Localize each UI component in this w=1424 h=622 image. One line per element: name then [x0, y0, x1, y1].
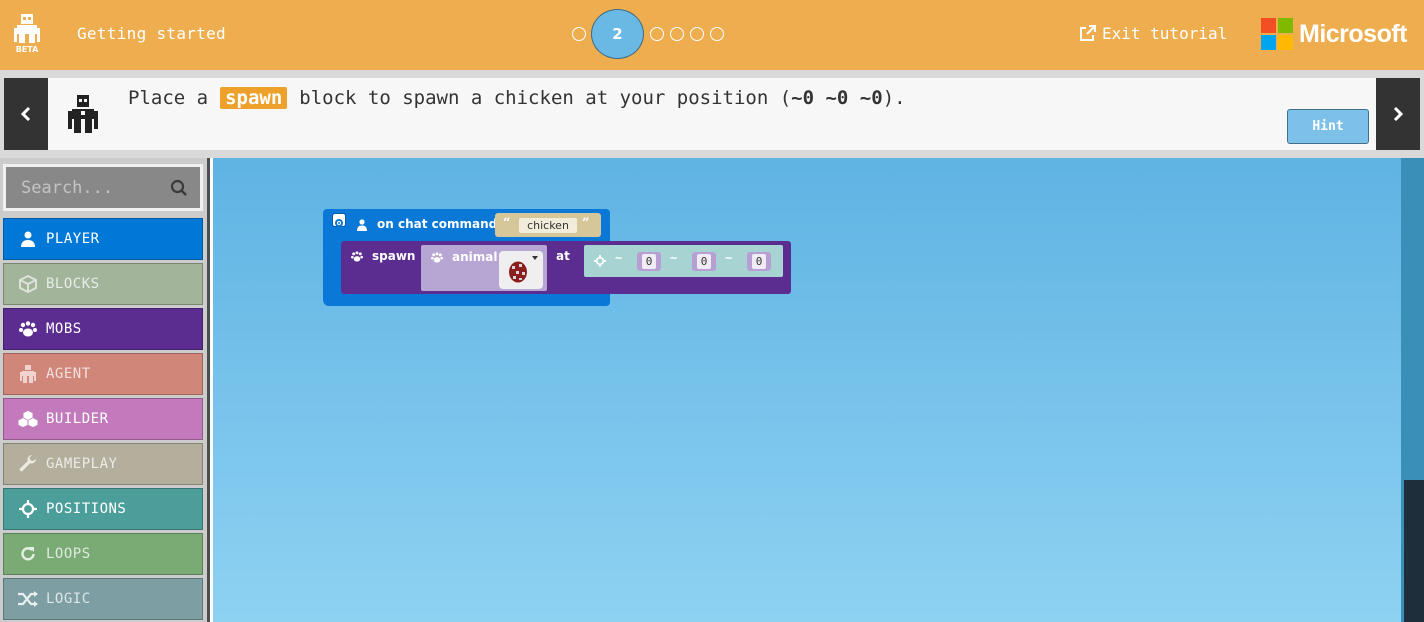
category-gameplay[interactable]: GAMEPLAY	[3, 443, 203, 485]
close-quote-icon: ”	[582, 216, 590, 231]
agent-avatar-icon	[68, 95, 98, 133]
category-label: LOOPS	[46, 546, 91, 562]
step-dot-3[interactable]	[650, 27, 664, 41]
cubes-icon	[18, 409, 38, 429]
agent-icon	[18, 364, 38, 384]
position-block[interactable]: ~ 0 ~ 0 ~ 0	[584, 245, 783, 277]
category-label: AGENT	[46, 366, 91, 382]
wrench-icon	[18, 454, 38, 474]
top-bar: BETA Getting started 2 Exit tutorial Mic…	[0, 0, 1424, 70]
crosshair-icon	[594, 255, 606, 267]
animal-block[interactable]: animal	[421, 245, 547, 291]
position-z-field[interactable]: 0	[747, 252, 771, 271]
step-dot-6[interactable]	[710, 27, 724, 41]
category-label: PLAYER	[46, 231, 100, 247]
category-logic[interactable]: LOGIC	[3, 578, 203, 620]
string-argument[interactable]: “ chicken ”	[495, 213, 601, 237]
search-icon[interactable]	[170, 179, 188, 197]
shuffle-icon	[18, 589, 38, 609]
block-label: at	[556, 249, 570, 263]
microsoft-logo-icon	[1261, 18, 1293, 50]
step-dot-1[interactable]	[572, 27, 586, 41]
instruction-panel: Place a spawn block to spawn a chicken a…	[48, 78, 1376, 150]
minecraft-logo[interactable]: BETA	[14, 14, 40, 56]
previous-step-button[interactable]	[4, 78, 48, 150]
instruction-bar: Place a spawn block to spawn a chicken a…	[0, 70, 1424, 158]
open-quote-icon: “	[503, 216, 511, 231]
block-label: spawn	[372, 249, 416, 263]
category-label: LOGIC	[46, 591, 91, 607]
next-step-button[interactable]	[1376, 78, 1420, 150]
paw-icon	[18, 319, 38, 339]
instruction-code: ~0 ~0 ~0	[791, 87, 883, 109]
instruction-text: Place a spawn block to spawn a chicken a…	[128, 87, 906, 109]
chevron-right-icon	[1393, 106, 1404, 122]
tutorial-title: Getting started	[77, 24, 226, 43]
paw-icon	[431, 252, 443, 263]
exit-tutorial-link[interactable]: Exit tutorial	[1079, 24, 1227, 43]
block-label: animal	[452, 250, 498, 264]
hint-button[interactable]: Hint	[1287, 109, 1369, 144]
category-label: MOBS	[46, 321, 82, 337]
toolbox: Search... PLAYER BLOCKS MOBS AGENT BUILD…	[0, 158, 210, 622]
relative-marker-x: ~	[615, 251, 623, 265]
microsoft-logo[interactable]: Microsoft	[1261, 18, 1408, 50]
category-agent[interactable]: AGENT	[3, 353, 203, 395]
dropdown-arrow-icon	[532, 256, 538, 260]
category-label: BLOCKS	[46, 276, 100, 292]
external-link-icon	[1080, 25, 1096, 41]
search-input[interactable]: Search...	[21, 178, 113, 198]
position-y-value[interactable]: 0	[697, 254, 711, 269]
gear-icon[interactable]	[332, 213, 346, 227]
block-label: on chat command	[377, 217, 498, 231]
position-x-value[interactable]: 0	[642, 254, 656, 269]
animal-dropdown[interactable]	[499, 251, 543, 289]
command-argument-field[interactable]: chicken	[519, 218, 577, 233]
person-icon	[18, 229, 38, 249]
step-dot-5[interactable]	[690, 27, 704, 41]
robot-icon	[14, 14, 40, 43]
category-player[interactable]: PLAYER	[3, 218, 203, 260]
paw-icon	[351, 251, 363, 262]
relative-marker-z: ~	[725, 251, 733, 265]
spawn-block[interactable]: spawn animal at ~ 0 ~ 0 ~ 0	[341, 241, 791, 294]
crosshair-icon	[18, 499, 38, 519]
step-dot-4[interactable]	[670, 27, 684, 41]
position-y-field[interactable]: 0	[692, 252, 716, 271]
refresh-icon	[18, 544, 38, 564]
category-builder[interactable]: BUILDER	[3, 398, 203, 440]
position-x-field[interactable]: 0	[637, 252, 661, 271]
category-label: POSITIONS	[46, 501, 127, 517]
instruction-text-after: ).	[882, 87, 906, 109]
category-label: GAMEPLAY	[46, 456, 118, 472]
step-dot-current[interactable]: 2	[591, 9, 644, 59]
chevron-left-icon	[20, 106, 31, 122]
instruction-text-before: Place a	[128, 87, 209, 109]
instruction-text-middle: block to spawn a chicken at your positio…	[299, 87, 792, 109]
position-z-value[interactable]: 0	[752, 254, 766, 269]
workspace-scroll-thumb[interactable]	[1404, 480, 1424, 622]
microsoft-brand-text: Microsoft	[1299, 19, 1408, 48]
toolbox-search[interactable]: Search...	[3, 164, 203, 211]
chicken-spawn-egg-icon	[509, 261, 527, 283]
category-loops[interactable]: LOOPS	[3, 533, 203, 575]
exit-tutorial-label: Exit tutorial	[1102, 24, 1228, 43]
cube-icon	[18, 274, 38, 294]
person-icon	[357, 219, 367, 231]
instruction-keyword: spawn	[220, 87, 288, 109]
relative-marker-y: ~	[670, 251, 678, 265]
category-positions[interactable]: POSITIONS	[3, 488, 203, 530]
category-label: BUILDER	[46, 411, 109, 427]
category-blocks[interactable]: BLOCKS	[3, 263, 203, 305]
beta-label: BETA	[15, 45, 39, 54]
category-mobs[interactable]: MOBS	[3, 308, 203, 350]
